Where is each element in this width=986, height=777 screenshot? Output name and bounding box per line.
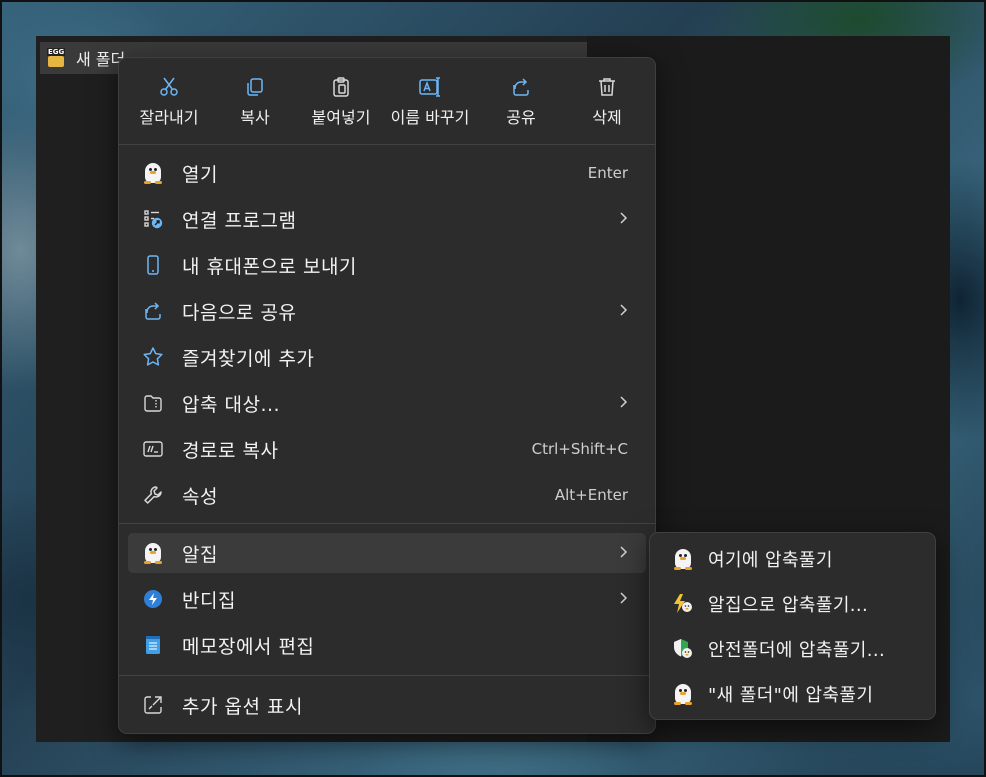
share-icon — [145, 302, 161, 320]
chevron-right-icon — [620, 303, 628, 316]
cut-label: 잘라내기 — [139, 108, 199, 127]
menu-item-label: 메모장에서 편집 — [182, 635, 315, 658]
menu-item-label: 즐겨찾기에 추가 — [182, 347, 315, 370]
menu-item-bandizip[interactable]: 반디집 — [128, 579, 646, 619]
submenu-item-extract-safe-folder[interactable]: 안전폴더에 압축풀기... — [658, 629, 928, 669]
menu-item-label: 알집 — [182, 543, 218, 566]
submenu-item-label: 여기에 압축풀기 — [708, 550, 833, 571]
menu-item-open[interactable]: 열기 Enter — [128, 153, 646, 193]
rename-label: 이름 바꾸기 — [390, 108, 470, 127]
rename-icon — [419, 77, 440, 97]
menu-item-label: 열기 — [182, 163, 218, 186]
submenu-item-extract-here[interactable]: 여기에 압축풀기 — [658, 539, 928, 579]
menu-item-label: 내 휴대폰으로 보내기 — [182, 255, 357, 278]
menu-item-copy-path[interactable]: 경로로 복사 Ctrl+Shift+C — [128, 429, 646, 469]
menu-item-show-more-options[interactable]: 추가 옵션 표시 — [128, 685, 646, 725]
paste-label: 붙여넣기 — [311, 108, 371, 127]
copy-button[interactable]: 복사 — [210, 70, 300, 134]
menu-item-open-with[interactable]: 연결 프로그램 — [128, 199, 646, 239]
menu-item-share-with[interactable]: 다음으로 공유 — [128, 291, 646, 331]
bandizip-icon — [144, 590, 162, 608]
chevron-right-icon — [620, 211, 628, 224]
menu-item-label: 다음으로 공유 — [182, 301, 297, 324]
shortcut-text: Enter — [587, 164, 628, 182]
more-options-icon — [144, 696, 162, 714]
share-label: 공유 — [506, 108, 536, 127]
star-icon — [143, 347, 163, 366]
copy-path-icon — [143, 441, 163, 457]
delete-label: 삭제 — [592, 108, 622, 127]
trash-icon — [599, 78, 615, 96]
menu-item-label: 속성 — [182, 485, 218, 508]
toolbar-divider — [119, 144, 655, 145]
submenu-item-extract-to-folder[interactable]: "새 폴더"에 압축풀기 — [658, 674, 928, 714]
phone-icon — [147, 255, 159, 275]
alzip-penguin-icon — [673, 548, 693, 570]
shortcut-text: Alt+Enter — [554, 486, 628, 504]
egg-folder-icon: EGG — [46, 48, 66, 68]
chevron-right-icon — [620, 395, 628, 408]
alzip-penguin-icon — [143, 162, 163, 184]
menu-item-send-to-phone[interactable]: 내 휴대폰으로 보내기 — [128, 245, 646, 285]
open-with-icon — [144, 210, 163, 229]
menu-item-label: 추가 옵션 표시 — [182, 695, 303, 718]
menu-item-properties[interactable]: 속성 Alt+Enter — [128, 475, 646, 515]
menu-item-label: 반디집 — [182, 589, 236, 612]
shortcut-text: Ctrl+Shift+C — [531, 440, 628, 458]
alzip-submenu: 여기에 압축풀기 알집으로 압축풀기... 안전폴더에 압축풀기... "새 폴… — [649, 532, 936, 720]
notepad-icon — [146, 636, 160, 654]
menu-divider — [119, 675, 655, 676]
menu-item-label: 연결 프로그램 — [182, 209, 297, 232]
wrench-icon — [144, 486, 162, 504]
submenu-item-label: 알집으로 압축풀기... — [708, 595, 869, 616]
paste-button[interactable]: 붙여넣기 — [296, 70, 386, 134]
menu-item-add-favorites[interactable]: 즐겨찾기에 추가 — [128, 337, 646, 377]
rename-button[interactable]: 이름 바꾸기 — [385, 70, 475, 134]
context-menu-toolbar: 잘라내기 복사 붙여넣기 이름 바꾸기 공유 삭제 — [119, 58, 655, 144]
chevron-right-icon — [620, 591, 628, 604]
menu-item-edit-notepad[interactable]: 메모장에서 편집 — [128, 625, 646, 665]
clipboard-icon — [333, 77, 349, 97]
submenu-item-label: 안전폴더에 압축풀기... — [708, 640, 886, 661]
alzip-shield-icon — [674, 639, 692, 658]
alzip-penguin-icon — [673, 683, 693, 705]
copy-icon — [247, 78, 263, 96]
menu-item-label: 압축 대상... — [182, 393, 281, 416]
chevron-right-icon — [620, 545, 628, 558]
zip-folder-icon — [144, 395, 162, 412]
copy-label: 복사 — [240, 108, 270, 127]
scissors-icon — [160, 77, 178, 96]
cut-button[interactable]: 잘라내기 — [124, 70, 214, 134]
menu-item-label: 경로로 복사 — [182, 439, 279, 462]
alzip-penguin-icon — [143, 542, 163, 564]
menu-item-alzip[interactable]: 알집 — [128, 533, 646, 573]
submenu-item-extract-with-alzip[interactable]: 알집으로 압축풀기... — [658, 584, 928, 624]
alzip-lightning-icon — [674, 594, 692, 613]
delete-button[interactable]: 삭제 — [562, 70, 652, 134]
menu-item-compress-to[interactable]: 압축 대상... — [128, 383, 646, 423]
submenu-item-label: "새 폴더"에 압축풀기 — [708, 685, 874, 706]
context-menu: 잘라내기 복사 붙여넣기 이름 바꾸기 공유 삭제 열기 Enter 연결 프로… — [118, 57, 656, 734]
share-icon — [513, 78, 529, 96]
share-button[interactable]: 공유 — [476, 70, 566, 134]
menu-divider — [119, 523, 655, 524]
